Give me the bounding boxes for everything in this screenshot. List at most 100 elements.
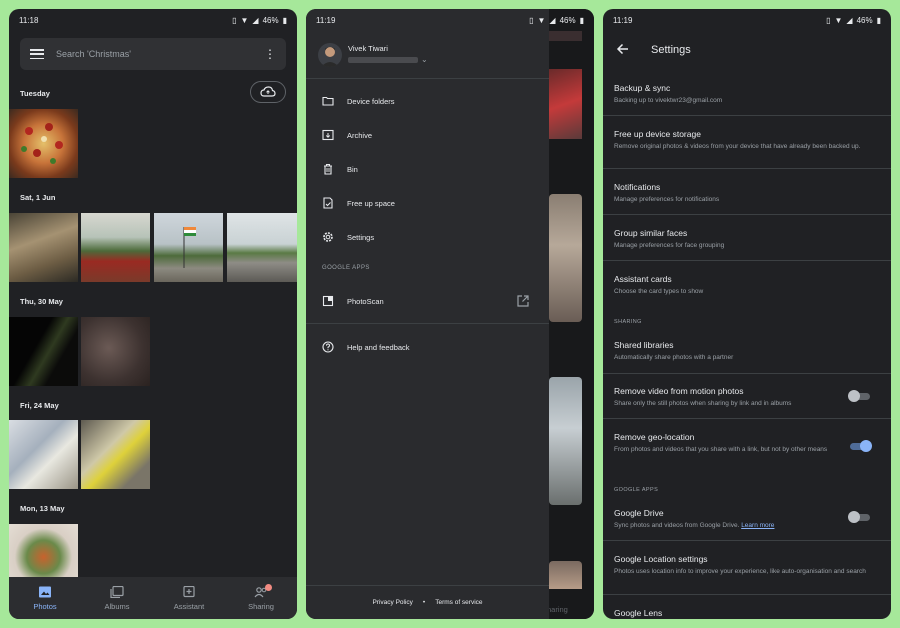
search-input[interactable]: Search 'Christmas' xyxy=(56,49,264,59)
setting-subtitle: Sync photos and videos from Google Drive… xyxy=(614,521,839,530)
cloud-icon xyxy=(260,86,276,97)
photo-thumbnail[interactable] xyxy=(9,317,78,386)
battery-icon: ▮ xyxy=(579,15,584,25)
drawer-item-label: PhotoScan xyxy=(347,296,384,306)
setting-title: Assistant cards xyxy=(614,274,672,284)
setting-remove-geo-location[interactable]: Remove geo-location From photos and vide… xyxy=(614,432,839,454)
tab-assistant[interactable]: Assistant xyxy=(153,577,225,619)
photo-thumbnail[interactable] xyxy=(81,213,150,282)
chevron-down-icon[interactable]: ⌄ xyxy=(421,55,428,64)
setting-remove-motion-video[interactable]: Remove video from motion photos Share on… xyxy=(614,386,839,408)
divider xyxy=(306,78,549,79)
vibrate-icon: ▯ xyxy=(529,15,534,25)
settings-screen: 11:19 ▯ ▼ ◢ 46% ▮ Settings Backup & sync… xyxy=(603,9,891,619)
archive-icon xyxy=(322,129,334,141)
divider xyxy=(603,115,891,116)
google-drive-toggle[interactable] xyxy=(848,511,872,523)
status-bar: 11:19 ▯ ▼ ◢ 46% ▮ xyxy=(603,9,891,31)
setting-assistant-cards[interactable]: Assistant cards Choose the card types to… xyxy=(614,274,879,296)
section-date: Tuesday xyxy=(20,89,50,98)
setting-subtitle: Manage preferences for face grouping xyxy=(614,242,725,249)
divider xyxy=(603,260,891,261)
photo-thumbnail[interactable] xyxy=(227,213,297,282)
vibrate-icon: ▯ xyxy=(826,15,831,25)
setting-google-lens[interactable]: Google Lens xyxy=(614,608,879,619)
setting-google-drive[interactable]: Google Drive Sync photos and videos from… xyxy=(614,508,839,530)
setting-group-faces[interactable]: Group similar faces Manage preferences f… xyxy=(614,228,879,250)
photos-screen: 11:18 ▯ ▼ ◢ 46% ▮ Search 'Christmas' ⋮ T… xyxy=(9,9,297,619)
photo-thumbnail[interactable] xyxy=(9,524,78,579)
setting-google-location[interactable]: Google Location settings Photos uses loc… xyxy=(614,554,879,576)
back-arrow-icon[interactable] xyxy=(616,42,630,56)
setting-backup-sync[interactable]: Backup & sync Backing up to vivektwr23@g… xyxy=(614,83,879,105)
photos-icon xyxy=(39,586,51,597)
signal-icon: ◢ xyxy=(252,15,259,25)
drawer-item-free-up-space[interactable]: Free up space xyxy=(322,197,395,209)
section-date: Fri, 24 May xyxy=(20,401,59,410)
setting-title: Notifications xyxy=(614,182,661,192)
search-bar[interactable]: Search 'Christmas' ⋮ xyxy=(20,38,286,70)
privacy-policy-link[interactable]: Privacy Policy xyxy=(372,599,412,606)
drawer-item-label: Free up space xyxy=(347,198,395,208)
photo-thumbnail[interactable] xyxy=(9,109,78,178)
open-external-icon[interactable] xyxy=(516,294,530,308)
setting-free-up-storage[interactable]: Free up device storage Remove original p… xyxy=(614,129,879,151)
bottom-navigation: Photos Albums Assistant Sharing xyxy=(9,577,297,619)
footer-separator: • xyxy=(422,599,426,606)
motion-video-toggle[interactable] xyxy=(848,390,872,402)
drawer-item-help[interactable]: Help and feedback xyxy=(322,341,410,353)
battery-level: 46% xyxy=(262,15,279,25)
cloud-backup-button[interactable] xyxy=(250,81,286,103)
terms-of-service-link[interactable]: Terms of service xyxy=(435,599,482,606)
battery-level: 46% xyxy=(559,15,576,25)
more-options-icon[interactable]: ⋮ xyxy=(264,47,276,61)
flag-image xyxy=(183,227,196,268)
setting-subtitle: Photos uses location info to improve you… xyxy=(614,568,866,575)
drawer-item-settings[interactable]: Settings xyxy=(322,231,374,243)
setting-title: Google Location settings xyxy=(614,554,708,564)
tab-sharing-label: Sharing xyxy=(248,601,274,611)
drawer-item-archive[interactable]: Archive xyxy=(322,129,372,141)
setting-title: Group similar faces xyxy=(614,228,688,238)
footer-links: Privacy Policy • Terms of service xyxy=(306,599,549,606)
drawer-item-device-folders[interactable]: Device folders xyxy=(322,95,395,107)
setting-notifications[interactable]: Notifications Manage preferences for not… xyxy=(614,182,879,204)
geo-location-toggle[interactable] xyxy=(848,440,872,452)
drawer-item-label: Archive xyxy=(347,130,373,140)
sharing-header: SHARING xyxy=(614,319,642,325)
divider xyxy=(603,418,891,419)
setting-title: Free up device storage xyxy=(614,129,701,139)
divider xyxy=(603,168,891,169)
drawer-item-photoscan[interactable]: PhotoScan xyxy=(322,295,384,307)
tab-photos[interactable]: Photos xyxy=(9,577,81,619)
tab-sharing[interactable]: Sharing xyxy=(225,577,297,619)
battery-icon: ▮ xyxy=(282,15,287,25)
drawer-item-label: Help and feedback xyxy=(347,342,410,352)
photo-thumbnail[interactable] xyxy=(81,420,150,489)
drawer-screen: naring 11:19 ▯ ▼ ◢ 46% ▮ Vivek Tiwari ⌄ … xyxy=(306,9,594,619)
setting-title: Google Drive xyxy=(614,508,664,518)
learn-more-link[interactable]: Learn more xyxy=(741,522,774,529)
drawer-item-label: Bin xyxy=(347,164,358,174)
tab-albums[interactable]: Albums xyxy=(81,577,153,619)
menu-icon[interactable] xyxy=(30,49,44,59)
photo-thumbnail[interactable] xyxy=(9,420,78,489)
avatar[interactable] xyxy=(318,43,342,67)
folder-icon xyxy=(322,96,334,106)
navigation-drawer: 11:19 ▯ ▼ ◢ 46% ▮ Vivek Tiwari ⌄ Device … xyxy=(306,9,584,619)
help-icon xyxy=(322,341,334,353)
dimmed-background[interactable]: naring xyxy=(547,9,594,619)
drawer-item-bin[interactable]: Bin xyxy=(322,163,358,175)
setting-subtitle: Share only the still photos when sharing… xyxy=(614,400,792,407)
setting-shared-libraries[interactable]: Shared libraries Automatically share pho… xyxy=(614,340,879,362)
wifi-icon: ▼ xyxy=(834,15,843,25)
divider xyxy=(306,585,549,586)
photo-thumbnail[interactable] xyxy=(81,317,150,386)
photo-thumbnail[interactable] xyxy=(9,213,78,282)
google-apps-header: GOOGLE APPS xyxy=(322,265,370,271)
photo-thumbnail[interactable] xyxy=(154,213,223,282)
setting-subtitle: Manage preferences for notifications xyxy=(614,196,720,203)
account-email-redacted xyxy=(348,57,418,63)
battery-level: 46% xyxy=(856,15,873,25)
signal-icon: ◢ xyxy=(846,15,853,25)
